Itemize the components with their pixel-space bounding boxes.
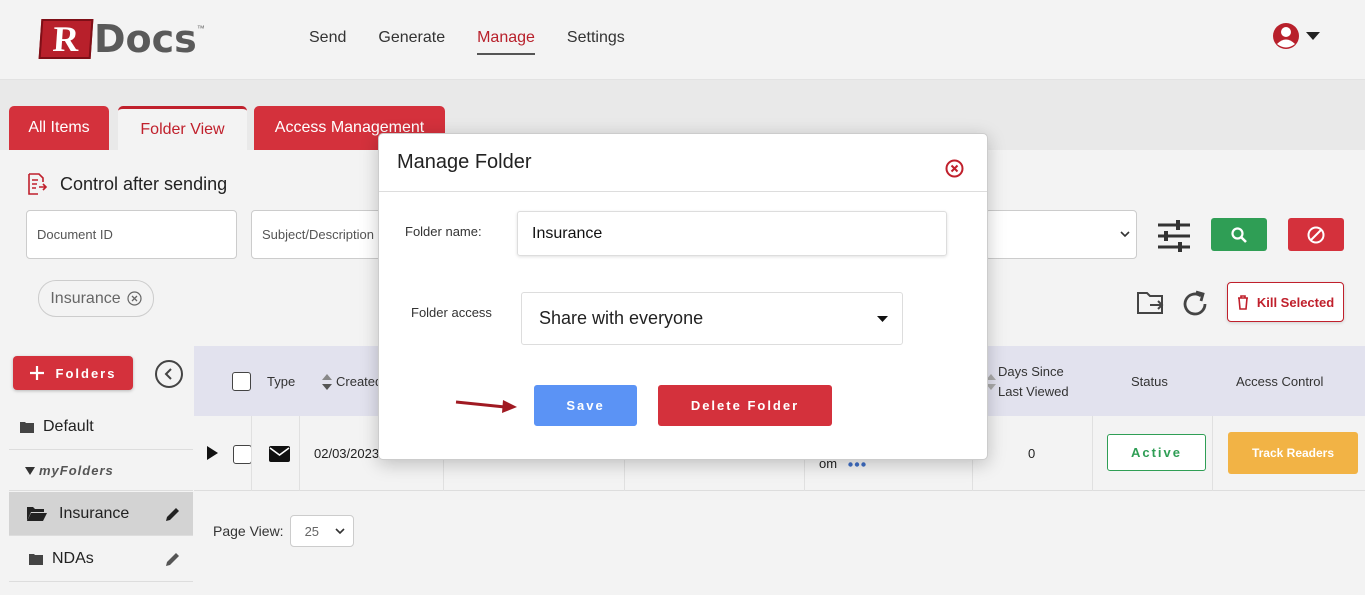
plus-icon <box>29 366 44 380</box>
folder-label: Default <box>43 418 94 435</box>
annotation-arrow-icon <box>455 400 517 413</box>
folder-group-myfolders[interactable]: myFolders <box>9 451 193 491</box>
folder-access-label: Folder access <box>411 305 492 320</box>
row-checkbox[interactable] <box>233 445 252 464</box>
search-button[interactable] <box>1211 218 1267 251</box>
folder-group-label: myFolders <box>39 463 114 478</box>
folder-item-insurance[interactable]: Insurance <box>9 492 193 536</box>
caret-down-icon <box>877 315 888 322</box>
folder-name-field[interactable]: Insurance <box>517 211 947 256</box>
caret-down-icon <box>1306 32 1320 40</box>
chip-label: Insurance <box>50 289 121 307</box>
column-divider <box>1212 416 1213 491</box>
chevron-down-icon <box>1120 231 1130 238</box>
close-icon[interactable] <box>945 159 964 178</box>
expand-row-icon[interactable] <box>207 446 218 460</box>
filter-select[interactable] <box>985 210 1137 259</box>
trash-icon <box>1237 294 1248 310</box>
track-readers-button[interactable]: Track Readers <box>1228 432 1358 474</box>
chevron-down-icon <box>335 527 345 534</box>
created-date: 02/03/2023 <box>314 446 380 461</box>
caret-down-icon <box>25 466 35 475</box>
modal-title: Manage Folder <box>397 151 532 173</box>
subject-description-input[interactable]: Subject/Description <box>251 210 391 259</box>
chevron-left-icon <box>164 368 172 380</box>
move-to-folder-icon[interactable] <box>1136 289 1166 317</box>
user-menu[interactable] <box>1272 22 1320 50</box>
nav-settings[interactable]: Settings <box>567 29 625 55</box>
nav-send[interactable]: Send <box>309 29 346 55</box>
folder-item-default[interactable]: Default <box>9 405 193 450</box>
modal-header: Manage Folder <box>379 134 987 192</box>
nav-manage[interactable]: Manage <box>477 29 535 55</box>
save-button[interactable]: Save <box>534 385 637 426</box>
logo-wordmark: Docs <box>94 17 197 61</box>
header-days-since-line2: Last Viewed <box>998 384 1069 399</box>
kill-selected-button[interactable]: Kill Selected <box>1227 282 1344 322</box>
document-id-input[interactable]: Document ID <box>26 210 237 259</box>
refresh-icon[interactable] <box>1180 289 1210 319</box>
remove-chip-icon[interactable] <box>127 291 142 306</box>
folder-access-value: Share with everyone <box>539 308 704 328</box>
header-type: Type <box>267 374 296 389</box>
logo-trademark: ™ <box>196 24 205 33</box>
document-send-icon <box>28 173 48 195</box>
folder-access-select[interactable]: Share with everyone <box>521 292 903 345</box>
main-nav: Send Generate Manage Settings <box>309 29 657 55</box>
logo-mark: R <box>38 19 94 59</box>
ban-icon <box>1307 226 1325 243</box>
column-divider <box>251 416 252 491</box>
filter-settings-icon[interactable] <box>1156 218 1192 254</box>
folder-open-icon <box>27 506 47 521</box>
nav-generate[interactable]: Generate <box>378 29 445 55</box>
folder-label: Insurance <box>59 504 130 522</box>
pencil-icon[interactable] <box>165 506 181 522</box>
folder-icon <box>20 422 34 433</box>
status-badge: Active <box>1107 434 1206 471</box>
folder-icon <box>29 554 43 565</box>
envelope-icon <box>269 446 290 462</box>
page-view-label: Page View: <box>213 523 284 539</box>
top-header: R Docs ™ Send Generate Manage Settings <box>0 0 1365 80</box>
column-divider <box>1092 416 1093 491</box>
section-title-text: Control after sending <box>60 173 228 194</box>
sort-icon[interactable] <box>321 372 333 392</box>
rdocs-logo[interactable]: R Docs ™ <box>38 17 205 61</box>
folders-button-label: Folders <box>55 365 117 381</box>
search-icon <box>1231 226 1247 243</box>
select-all-checkbox[interactable] <box>232 372 251 391</box>
page-size-value: 25 <box>304 523 320 539</box>
user-circle-icon <box>1273 23 1299 49</box>
kill-selected-label: Kill Selected <box>1256 294 1335 310</box>
tab-all-items[interactable]: All Items <box>9 106 109 150</box>
folder-filter-chip: Insurance <box>38 280 154 317</box>
folder-label: NDAs <box>52 550 94 567</box>
page-view-control: Page View: 25 <box>213 515 354 547</box>
pencil-icon[interactable] <box>165 551 181 567</box>
days-since-viewed: 0 <box>1028 446 1036 461</box>
folder-name-label: Folder name: <box>405 224 482 239</box>
tab-folder-view[interactable]: Folder View <box>118 106 247 150</box>
add-folder-button[interactable]: Folders <box>13 356 133 390</box>
folder-item-ndas[interactable]: NDAs <box>9 537 193 582</box>
clear-filter-button[interactable] <box>1288 218 1344 251</box>
delete-folder-button[interactable]: Delete Folder <box>658 385 832 426</box>
section-title: Control after sending <box>26 172 227 196</box>
header-status: Status <box>1131 374 1168 389</box>
column-divider <box>299 416 300 491</box>
page-size-select[interactable]: 25 <box>289 515 354 547</box>
more-options-icon[interactable] <box>848 462 866 467</box>
header-access-control: Access Control <box>1236 374 1324 389</box>
header-days-since-line1: Days Since <box>998 364 1064 379</box>
header-created[interactable]: Created <box>336 374 382 389</box>
collapse-panel-button[interactable] <box>155 360 183 388</box>
